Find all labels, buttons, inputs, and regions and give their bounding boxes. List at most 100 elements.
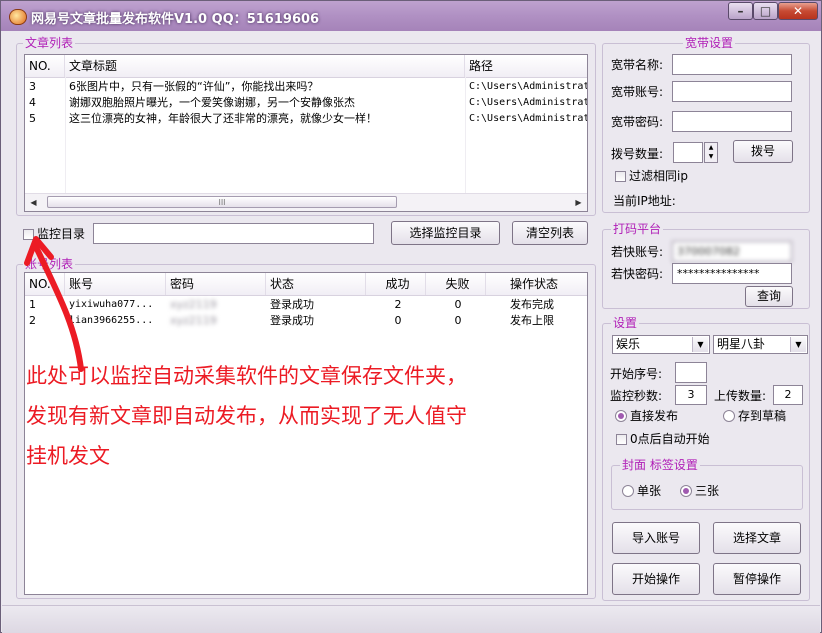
article-list-group: 文章列表 NO. 文章标题 路径 3 6张图片中，只有一张假的“许仙”，你能找出… — [16, 36, 596, 216]
cover-three-radio[interactable] — [680, 485, 692, 497]
save-draft-label: 存到草稿 — [738, 409, 787, 423]
main-window: 网易号文章批量发布软件V1.0 QQ：51619606 – □ ✕ 文章列表 N… — [0, 0, 822, 633]
select-articles-button[interactable]: 选择文章 — [713, 522, 801, 554]
close-button[interactable]: ✕ — [778, 2, 818, 20]
cell-fail: 0 — [454, 298, 462, 311]
article-listview[interactable]: NO. 文章标题 路径 3 6张图片中，只有一张假的“许仙”，你能找出来吗？ C… — [24, 54, 588, 212]
table-row[interactable]: 3 6张图片中，只有一张假的“许仙”，你能找出来吗？ C:\Users\Admi… — [25, 79, 587, 95]
current-ip-label: 当前IP地址: — [613, 194, 676, 208]
cell-status: 登录成功 — [270, 314, 314, 327]
scroll-right-icon[interactable]: ▶ — [570, 194, 587, 211]
settings-label: 设置 — [611, 316, 640, 330]
broadband-password-label: 宽带密码: — [611, 115, 664, 129]
cover-single-label: 单张 — [637, 484, 662, 498]
select-monitor-dir-button[interactable]: 选择监控目录 — [391, 221, 500, 245]
save-draft-radio[interactable] — [723, 410, 735, 422]
cell-op-status: 发布完成 — [510, 298, 554, 311]
cell-op-status: 发布上限 — [510, 314, 554, 327]
category-select-value: 娱乐 — [616, 337, 641, 351]
title-bar[interactable]: 网易号文章批量发布软件V1.0 QQ：51619606 – □ ✕ — [1, 1, 821, 31]
upload-count-input[interactable]: 2 — [773, 385, 803, 405]
column-header-success[interactable]: 成功 — [366, 273, 426, 295]
radio-selected-dot — [683, 488, 689, 494]
radio-selected-dot — [618, 413, 624, 419]
cell-path: C:\Users\Administrat — [469, 97, 588, 108]
broadband-name-input[interactable] — [672, 54, 792, 75]
grip-icon: III — [218, 198, 226, 207]
scroll-left-icon[interactable]: ◀ — [25, 194, 42, 211]
scroll-thumb[interactable]: III — [47, 196, 397, 208]
broadband-account-label: 宽带账号: — [611, 85, 664, 99]
start-button[interactable]: 开始操作 — [612, 563, 700, 595]
monitor-seconds-input[interactable]: 3 — [675, 385, 707, 405]
column-header-title[interactable]: 文章标题 — [65, 55, 465, 77]
dial-button[interactable]: 拨号 — [733, 140, 793, 163]
category-select[interactable]: 娱乐 ▼ — [612, 335, 710, 354]
chevron-down-icon[interactable]: ▼ — [790, 337, 806, 352]
column-header-password[interactable]: 密码 — [166, 273, 266, 295]
annotation-line-1: 此处可以监控自动采集软件的文章保存文件夹， — [26, 364, 467, 388]
import-accounts-button[interactable]: 导入账号 — [612, 522, 700, 554]
cover-single-radio[interactable] — [622, 485, 634, 497]
horizontal-scrollbar[interactable]: ◀ III ▶ — [25, 193, 587, 211]
cover-three-label: 三张 — [695, 484, 720, 498]
cell-title: 6张图片中，只有一张假的“许仙”，你能找出来吗？ — [69, 80, 319, 93]
ruokuai-account-input[interactable]: 370007082 — [672, 241, 792, 262]
upload-count-label: 上传数量: — [714, 389, 767, 403]
column-header-no[interactable]: NO. — [25, 55, 65, 77]
chevron-down-icon[interactable]: ▼ — [692, 337, 708, 352]
table-row[interactable]: 4 谢娜双胞胎照片曝光，一个爱笑像谢娜，另一个安静像张杰 C:\Users\Ad… — [25, 95, 587, 111]
cell-no: 5 — [29, 112, 36, 125]
monitor-seconds-label: 监控秒数: — [610, 389, 663, 403]
cell-success: 2 — [394, 298, 402, 311]
close-icon: ✕ — [792, 4, 804, 18]
table-row[interactable]: 5 这三位漂亮的女神，年龄很大了还非常的漂亮，就像少女一样！ C:\Users\… — [25, 111, 587, 127]
broadband-account-input[interactable] — [672, 81, 792, 102]
cell-no: 3 — [29, 80, 36, 93]
window-title: 网易号文章批量发布软件V1.0 QQ：51619606 — [31, 12, 320, 27]
cover-tag-label: 封面 标签设置 — [620, 458, 700, 472]
spin-up-icon[interactable]: ▲ — [705, 143, 717, 152]
cell-path: C:\Users\Administrat — [469, 81, 588, 92]
start-no-label: 开始序号: — [610, 367, 663, 381]
dial-count-spinner[interactable]: ▲ ▼ — [704, 142, 718, 163]
minimize-icon: – — [737, 4, 744, 18]
broadband-password-input[interactable] — [672, 111, 792, 132]
ruokuai-account-label: 若快账号: — [611, 245, 664, 259]
subcategory-select-value: 明星八卦 — [717, 337, 766, 351]
cell-password: xyz2119 — [170, 298, 217, 311]
article-list-header: NO. 文章标题 路径 — [25, 55, 587, 78]
annotation-line-3: 挂机发文 — [26, 444, 110, 468]
annotation-line-2: 发现有新文章即自动发布，从而实现了无人值守 — [26, 404, 467, 428]
clear-list-button[interactable]: 清空列表 — [512, 221, 588, 245]
column-header-status[interactable]: 状态 — [266, 273, 366, 295]
publish-direct-label: 直接发布 — [630, 409, 679, 423]
broadband-name-label: 宽带名称: — [611, 58, 664, 72]
dial-count-label: 拨号数量: — [611, 147, 664, 161]
column-header-fail[interactable]: 失败 — [426, 273, 486, 295]
dial-count-input[interactable] — [673, 142, 703, 163]
cell-no: 4 — [29, 96, 36, 109]
query-button[interactable]: 查询 — [745, 286, 793, 307]
cell-password: xyz2119 — [170, 314, 217, 327]
column-header-op-status[interactable]: 操作状态 — [486, 273, 587, 295]
article-list-label: 文章列表 — [23, 36, 76, 50]
start-no-input[interactable] — [675, 362, 707, 383]
filter-same-ip-checkbox[interactable] — [615, 171, 626, 182]
cell-fail: 0 — [454, 314, 462, 327]
auto-start-checkbox[interactable] — [616, 434, 627, 445]
column-header-path[interactable]: 路径 — [465, 55, 587, 77]
publish-direct-radio[interactable] — [615, 410, 627, 422]
ruokuai-password-input[interactable]: *************** — [672, 263, 792, 284]
captcha-platform-label: 打码平台 — [611, 222, 664, 236]
cell-title: 谢娜双胞胎照片曝光，一个爱笑像谢娜，另一个安静像张杰 — [69, 96, 355, 109]
app-icon — [9, 9, 27, 25]
maximize-icon: □ — [759, 4, 772, 18]
spin-down-icon[interactable]: ▼ — [705, 152, 717, 161]
maximize-button[interactable]: □ — [753, 2, 778, 20]
status-bar — [2, 605, 820, 633]
pause-button[interactable]: 暂停操作 — [713, 563, 801, 595]
ruokuai-password-label: 若快密码: — [611, 267, 664, 281]
minimize-button[interactable]: – — [728, 2, 753, 20]
subcategory-select[interactable]: 明星八卦 ▼ — [713, 335, 808, 354]
